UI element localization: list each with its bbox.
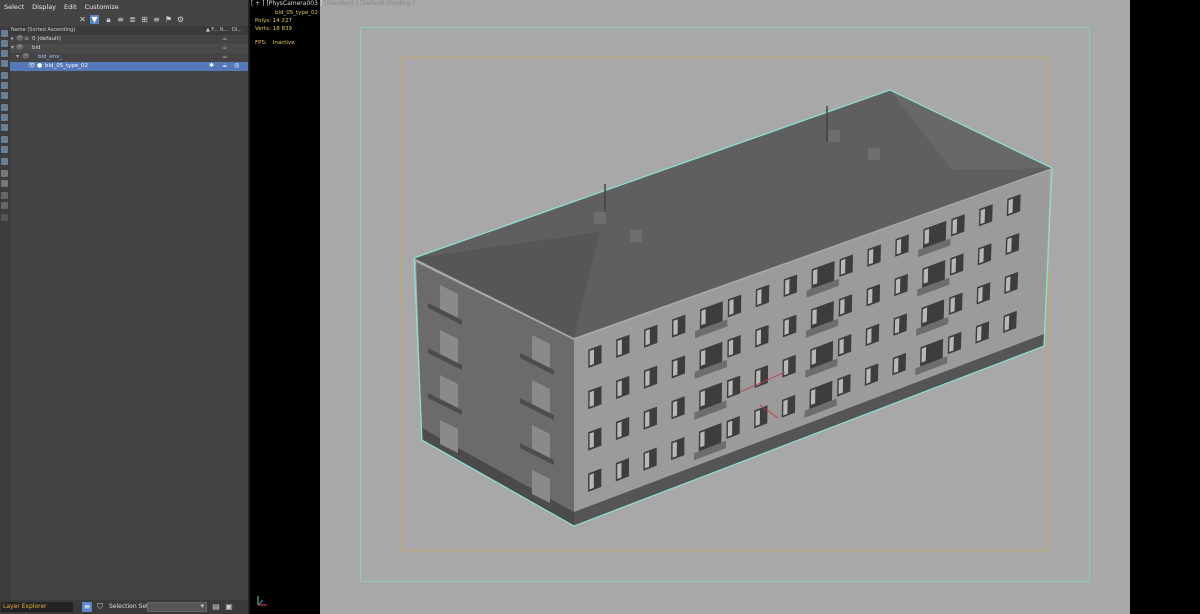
window-frame — [589, 431, 594, 449]
window-frame — [783, 399, 788, 416]
window-frame — [978, 286, 983, 303]
window-frame — [673, 360, 678, 377]
window-frame — [812, 268, 818, 285]
window-frame — [672, 400, 678, 417]
window-frame — [867, 288, 873, 305]
building-model[interactable] — [0, 0, 1200, 614]
window-frame — [811, 349, 817, 365]
window-frame — [838, 378, 844, 395]
window-frame — [867, 328, 872, 344]
chimney — [594, 212, 606, 224]
window-frame — [757, 289, 762, 305]
window-frame — [700, 349, 706, 366]
window-frame — [645, 370, 650, 387]
window-frame — [980, 208, 986, 225]
window-frame — [727, 420, 733, 437]
chimney — [828, 130, 840, 142]
window-frame — [644, 452, 650, 469]
window-frame — [728, 380, 733, 397]
window-frame — [700, 390, 705, 407]
window-frame — [785, 279, 790, 295]
window-frame — [728, 339, 734, 356]
window-frame — [810, 389, 816, 405]
window-frame — [868, 248, 874, 265]
window-frame — [617, 462, 622, 479]
window-frame — [921, 346, 927, 363]
window-frame — [949, 336, 954, 352]
chimney — [868, 148, 880, 160]
window-frame — [783, 359, 789, 376]
window-frame — [589, 390, 594, 407]
window-frame — [1007, 237, 1012, 253]
window-frame — [896, 238, 902, 255]
window-frame — [645, 411, 650, 428]
window-frame — [950, 297, 955, 313]
window-frame — [755, 410, 760, 427]
window-frame — [922, 307, 928, 324]
window-frame — [673, 319, 678, 336]
window-frame — [1008, 198, 1013, 214]
window-frame — [924, 228, 930, 245]
window-frame — [952, 218, 958, 235]
chimney — [630, 230, 642, 242]
window-frame — [951, 257, 957, 274]
window-frame — [894, 317, 900, 334]
window-frame — [617, 380, 622, 397]
window-frame — [979, 247, 984, 264]
window-frame — [784, 319, 789, 336]
window-frame — [895, 278, 901, 294]
window-frame — [645, 329, 650, 346]
window-frame — [701, 309, 706, 326]
window-frame — [893, 357, 899, 374]
window-frame — [672, 441, 677, 458]
window-frame — [840, 298, 845, 315]
window-frame — [1005, 276, 1011, 292]
window-frame — [812, 308, 817, 325]
window-frame — [976, 325, 982, 342]
window-frame — [589, 349, 594, 366]
window-frame — [866, 367, 871, 384]
window-frame — [617, 421, 622, 438]
window-frame — [1004, 315, 1010, 331]
window-frame — [839, 338, 844, 355]
window-frame — [589, 473, 594, 490]
window-frame — [729, 299, 734, 316]
window-frame — [840, 258, 846, 275]
window-frame — [923, 268, 929, 284]
window-frame — [700, 431, 705, 448]
axis-tripod-icon — [257, 596, 267, 606]
window-frame — [756, 329, 762, 346]
window-frame — [617, 339, 622, 356]
